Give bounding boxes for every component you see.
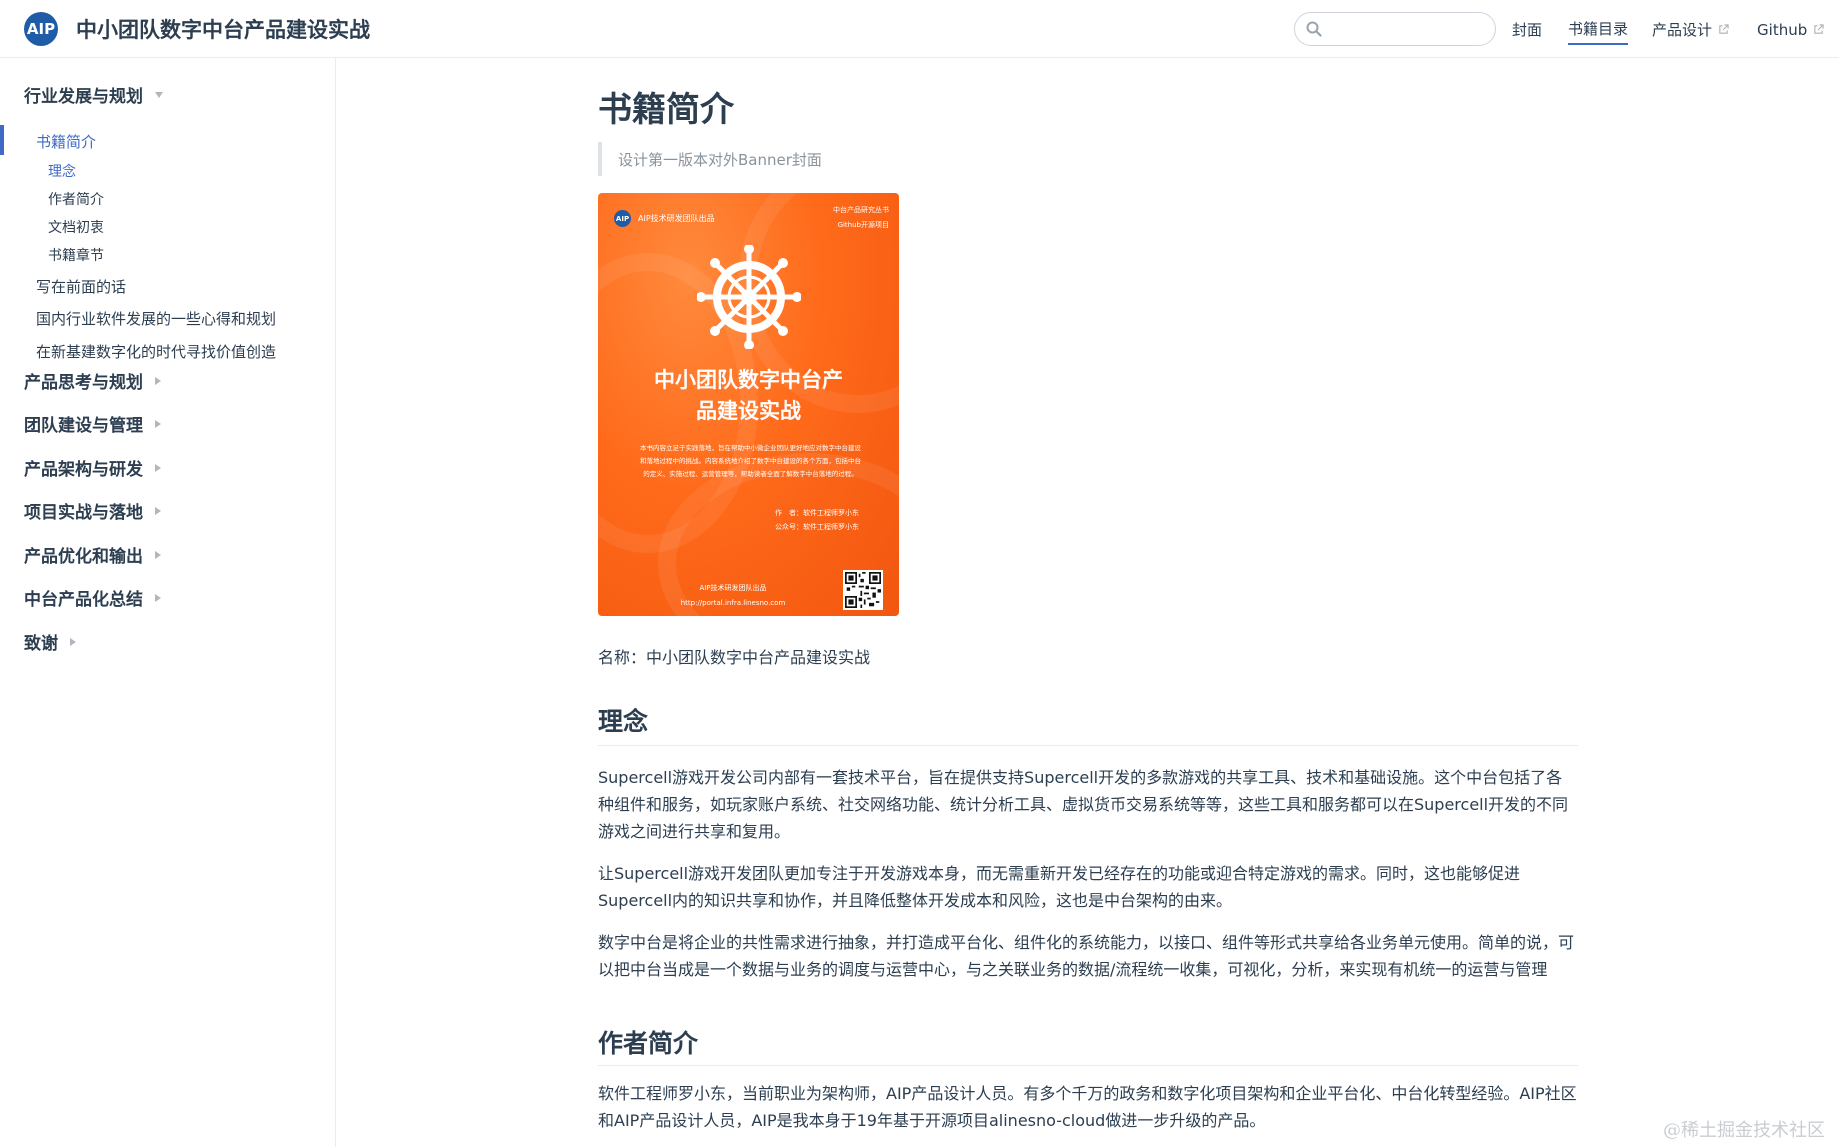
cover-title: 中小团队数字中台产 品建设实战	[598, 365, 899, 427]
sidebar-group-architecture[interactable]: 产品架构与研发	[24, 455, 161, 480]
paragraph-idea-3: 数字中台是将企业的共性需求进行抽象，并打造成平台化、组件化的系统能力，以接口、组…	[598, 933, 1575, 979]
qr-code-icon	[843, 570, 883, 610]
ship-wheel-icon	[697, 245, 801, 349]
brand-home-link[interactable]: AIP 中小团队数字中台产品建设实战	[24, 12, 370, 46]
nav-link-cover-label: 封面	[1512, 21, 1543, 39]
paragraph-author: 软件工程师罗小东，当前职业为架构师，AIP产品设计人员。有多个千万的政务和数字化…	[598, 1084, 1577, 1130]
nav-link-github-label: Github	[1757, 20, 1808, 39]
sidebar-group-product-thinking[interactable]: 产品思考与规划	[24, 368, 161, 393]
sidebar-subitem-origin[interactable]: 文档初衷	[48, 217, 104, 237]
nav-link-design[interactable]: 产品设计	[1652, 19, 1729, 44]
sidebar-group-label: 致谢	[24, 634, 58, 654]
external-link-icon	[1719, 24, 1729, 34]
heading-divider	[598, 745, 1578, 746]
sidebar-group-label: 团队建设与管理	[24, 416, 143, 436]
cover-publisher: AIP技术研发团队出品	[638, 214, 715, 223]
external-link-icon	[1814, 24, 1824, 34]
cover-author: 作 者：软件工程师罗小东 公众号：软件工程师罗小东	[775, 506, 859, 534]
sidebar-subitem-idea[interactable]: 理念	[48, 161, 76, 181]
paragraph-idea-2: 让Supercell游戏开发团队更加专注于开发游戏本身，而无需重新开发已经存在的…	[598, 864, 1521, 910]
site-title: 中小团队数字中台产品建设实战	[76, 18, 370, 42]
cover-series-line: Github开源项目	[837, 221, 889, 229]
sidebar-subitem-chapters[interactable]: 书籍章节	[48, 245, 104, 265]
cover-footer-url: http://portal.infra.linesno.com	[680, 599, 786, 607]
book-cover-image: AIP AIP技术研发团队出品 中台产品研究丛书 Github开源项目 中小团队…	[598, 193, 899, 616]
sidebar-group-industry[interactable]: 行业发展与规划	[24, 82, 163, 107]
chevron-right-icon	[70, 637, 76, 646]
sidebar-group-summary[interactable]: 中台产品化总结	[24, 585, 161, 610]
chevron-right-icon	[155, 376, 161, 385]
nav-links: 封面 书籍目录 产品设计 Github	[1512, 18, 1824, 45]
sidebar-group-thanks[interactable]: 致谢	[24, 629, 76, 654]
cover-series: 中台产品研究丛书 Github开源项目	[833, 203, 889, 233]
cover-description: 本书内容立足于实践落地，旨在帮助中小微企业团队更好地应对数字中台建设和落地过程中…	[640, 444, 861, 478]
chevron-right-icon	[155, 593, 161, 602]
chevron-down-icon	[155, 91, 163, 98]
sidebar-item-intro[interactable]: 书籍简介	[36, 131, 96, 152]
cover-title-line: 品建设实战	[696, 399, 801, 423]
cover-footer-line: AIP技术研发团队出品	[699, 584, 767, 592]
cover-logo: AIP	[614, 210, 631, 227]
sidebar-group-label: 产品思考与规划	[24, 373, 143, 393]
heading-divider	[598, 1065, 1578, 1066]
search-box[interactable]	[1294, 12, 1496, 46]
sidebar-group-label: 行业发展与规划	[24, 87, 143, 107]
quote-block: 设计第一版本对外Banner封面	[598, 142, 822, 176]
heading-author: 作者简介	[598, 1029, 699, 1058]
sidebar-item-new-infra[interactable]: 在新基建数字化的时代寻找价值创造	[36, 341, 276, 362]
sidebar-group-label: 项目实战与落地	[24, 503, 143, 523]
chevron-right-icon	[155, 506, 161, 515]
nav-link-design-label: 产品设计	[1652, 21, 1713, 39]
sidebar-group-optimization[interactable]: 产品优化和输出	[24, 542, 161, 567]
paragraph-idea-1: Supercell游戏开发公司内部有一套技术平台，旨在提供支持Supercell…	[598, 768, 1569, 841]
site-logo: AIP	[24, 12, 58, 46]
nav-link-cover[interactable]: 封面	[1512, 19, 1542, 44]
heading-idea: 理念	[598, 707, 649, 736]
sidebar: 行业发展与规划 书籍简介 理念 作者简介 文档初衷 书籍章节 写在前面的话 国内…	[0, 58, 336, 1147]
search-input[interactable]	[1329, 17, 1489, 41]
nav-link-toc[interactable]: 书籍目录	[1568, 18, 1629, 45]
watermark: @稀土掘金技术社区	[1663, 1120, 1825, 1141]
page-title: 书籍简介	[598, 90, 734, 130]
cover-author-line: 作 者：软件工程师罗小东	[775, 509, 859, 517]
nav-link-github[interactable]: Github	[1757, 21, 1824, 43]
book-name-line: 名称：中小团队数字中台产品建设实战	[598, 648, 871, 667]
cover-footer: AIP技术研发团队出品 http://portal.infra.linesno.…	[658, 581, 808, 611]
sidebar-subitem-author[interactable]: 作者简介	[48, 189, 104, 209]
nav-link-toc-label: 书籍目录	[1568, 20, 1629, 38]
chevron-right-icon	[155, 419, 161, 428]
chevron-right-icon	[155, 550, 161, 559]
sidebar-item-domestic[interactable]: 国内行业软件发展的一些心得和规划	[36, 308, 276, 329]
cover-series-line: 中台产品研究丛书	[833, 206, 889, 214]
sidebar-group-label: 产品架构与研发	[24, 460, 143, 480]
sidebar-item-preface[interactable]: 写在前面的话	[36, 276, 126, 297]
search-icon	[1306, 21, 1322, 37]
active-indicator	[0, 125, 4, 155]
sidebar-group-label: 产品优化和输出	[24, 547, 143, 567]
navbar: AIP 中小团队数字中台产品建设实战 封面 书籍目录 产品设计 Github	[0, 0, 1839, 58]
sidebar-group-label: 中台产品化总结	[24, 590, 143, 610]
quote-text: 设计第一版本对外Banner封面	[618, 150, 822, 169]
cover-title-line: 中小团队数字中台产	[654, 368, 843, 392]
cover-wechat-line: 公众号：软件工程师罗小东	[775, 523, 859, 531]
sidebar-group-projects[interactable]: 项目实战与落地	[24, 498, 161, 523]
chevron-right-icon	[155, 463, 161, 472]
sidebar-group-team[interactable]: 团队建设与管理	[24, 411, 161, 436]
